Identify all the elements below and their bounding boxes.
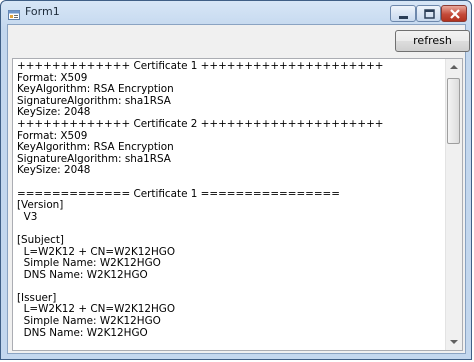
title-bar[interactable]: Form1 (1, 1, 471, 23)
scroll-thumb[interactable] (447, 78, 460, 144)
vertical-scrollbar[interactable] (445, 59, 462, 350)
output-textbox[interactable]: +++++++++++++ Certificate 1 ++++++++++++… (12, 58, 463, 351)
close-icon (450, 9, 460, 19)
minimize-icon (399, 16, 408, 19)
form-client-area: refresh +++++++++++++ Certificate 1 ++++… (7, 24, 470, 354)
app-window: Form1 refresh +++++++++++++ Certificate … (0, 0, 472, 360)
maximize-button[interactable] (416, 5, 441, 22)
scroll-up-arrow-icon[interactable] (446, 59, 462, 76)
refresh-button[interactable]: refresh (395, 30, 470, 52)
scroll-down-arrow-icon[interactable] (446, 333, 462, 350)
maximize-icon (424, 9, 435, 19)
form-icon (8, 6, 20, 20)
window-title: Form1 (25, 5, 60, 18)
close-button[interactable] (441, 5, 467, 22)
minimize-button[interactable] (390, 5, 416, 22)
output-text: +++++++++++++ Certificate 1 ++++++++++++… (17, 60, 384, 339)
